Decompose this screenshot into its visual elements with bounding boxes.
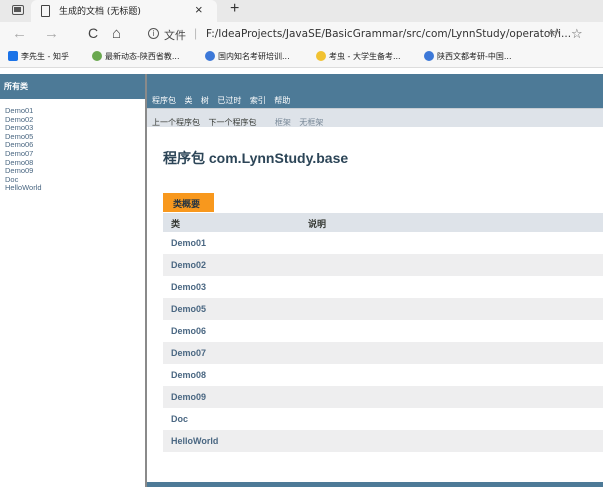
read-aloud-icon[interactable]: Aᴬ xyxy=(548,28,559,39)
back-icon[interactable]: ← xyxy=(12,25,27,42)
class-link[interactable]: Doc xyxy=(171,414,188,424)
nav-package[interactable]: 程序包 xyxy=(152,96,176,105)
table-row: HelloWorld xyxy=(163,430,603,452)
reload-icon[interactable]: C xyxy=(88,25,98,41)
page-title: 程序包 com.LynnStudy.base xyxy=(163,150,349,166)
table-row: Demo08 xyxy=(163,364,603,386)
bookmark-label: 李先生 - 知乎 xyxy=(21,52,69,61)
class-summary-table: 类 说明 Demo01 Demo02 Demo03 Demo05 Demo06 … xyxy=(163,213,603,452)
class-link[interactable]: Demo02 xyxy=(171,260,206,270)
class-link[interactable]: HelloWorld xyxy=(171,436,218,446)
forward-icon[interactable]: → xyxy=(44,25,59,42)
kaochong-icon xyxy=(316,51,326,61)
frames-link[interactable]: 框架 xyxy=(275,118,291,127)
document-icon xyxy=(41,5,50,17)
bookmark-label: 陕西文都考研-中国... xyxy=(437,52,512,61)
class-summary-caption: 类概要 xyxy=(163,193,214,212)
package-summary-frame: 程序包 类 树 已过时 索引 帮助 上一个程序包 下一个程序包 框架 无框架 程… xyxy=(147,74,603,487)
class-link[interactable]: Demo08 xyxy=(171,370,206,380)
window-menu-icon[interactable] xyxy=(12,5,24,15)
table-row: Demo07 xyxy=(163,342,603,364)
bookmark-label: 最新动态-陕西省教... xyxy=(105,52,180,61)
class-link[interactable]: Demo09 xyxy=(171,392,206,402)
bookmark-item[interactable]: 考虫 - 大学生备考... xyxy=(316,51,401,62)
table-row: Demo05 xyxy=(163,298,603,320)
class-link[interactable]: Demo03 xyxy=(171,282,206,292)
column-header-class: 类 xyxy=(171,220,181,230)
no-frames-link[interactable]: 无框架 xyxy=(299,118,323,127)
sub-navbar: 上一个程序包 下一个程序包 框架 无框架 xyxy=(147,108,603,127)
class-link[interactable]: Demo06 xyxy=(171,326,206,336)
bookmark-item[interactable]: 最新动态-陕西省教... xyxy=(92,51,180,62)
class-link[interactable]: Demo09 xyxy=(5,167,145,176)
table-row: Demo01 xyxy=(163,232,603,254)
table-header-row: 类 说明 xyxy=(163,213,603,232)
table-row: Demo09 xyxy=(163,386,603,408)
all-classes-list: Demo01 Demo02 Demo03 Demo05 Demo06 Demo0… xyxy=(0,99,145,193)
table-row: Demo03 xyxy=(163,276,603,298)
nav-deprecated[interactable]: 已过时 xyxy=(217,96,241,105)
tab-strip: 生成的文档 (无标题) × + xyxy=(0,0,603,22)
bookmark-item[interactable]: 国内知名考研培训... xyxy=(205,51,290,62)
bookmark-item[interactable]: 陕西文都考研-中国... xyxy=(424,51,512,62)
zhihu-icon xyxy=(8,51,18,61)
top-navbar: 程序包 类 树 已过时 索引 帮助 xyxy=(147,74,603,108)
url-separator: | xyxy=(194,26,198,40)
browser-tab[interactable]: 生成的文档 (无标题) × xyxy=(31,0,217,22)
column-header-description: 说明 xyxy=(308,220,327,230)
bookmark-item[interactable]: 李先生 - 知乎 xyxy=(8,51,69,62)
bookmarks-bar: 李先生 - 知乎 最新动态-陕西省教... 国内知名考研培训... 考虫 - 大… xyxy=(0,48,603,68)
favorite-star-icon[interactable]: ☆ xyxy=(571,26,583,42)
url-text[interactable]: F:/IdeaProjects/JavaSE/BasicGrammar/src/… xyxy=(206,28,571,40)
bottom-navbar xyxy=(147,482,603,487)
class-link[interactable]: Demo05 xyxy=(171,304,206,314)
new-tab-button[interactable]: + xyxy=(230,0,239,18)
next-package-link[interactable]: 下一个程序包 xyxy=(208,118,256,127)
table-row: Demo02 xyxy=(163,254,603,276)
url-scheme-label: 文件 xyxy=(164,29,186,42)
nav-help[interactable]: 帮助 xyxy=(274,96,290,105)
all-classes-header: 所有类 xyxy=(0,74,145,99)
url-field[interactable]: i 文件 | F:/IdeaProjects/JavaSE/BasicGramm… xyxy=(144,25,574,45)
nav-index[interactable]: 索引 xyxy=(250,96,266,105)
all-classes-frame: 所有类 Demo01 Demo02 Demo03 Demo05 Demo06 D… xyxy=(0,74,145,487)
bookmark-label: 考虫 - 大学生备考... xyxy=(329,52,401,61)
nav-class[interactable]: 类 xyxy=(184,96,192,105)
class-link[interactable]: Demo01 xyxy=(171,238,206,248)
table-row: Demo06 xyxy=(163,320,603,342)
class-link[interactable]: HelloWorld xyxy=(5,184,145,193)
prev-package-link[interactable]: 上一个程序包 xyxy=(152,118,200,127)
address-bar: ← → C ⌂ i 文件 | F:/IdeaProjects/JavaSE/Ba… xyxy=(0,22,603,48)
table-row: Doc xyxy=(163,408,603,430)
class-link[interactable]: Demo07 xyxy=(171,348,206,358)
tab-title: 生成的文档 (无标题) xyxy=(59,7,141,17)
nav-tree[interactable]: 树 xyxy=(201,96,209,105)
globe-icon xyxy=(424,51,434,61)
pinwheel-icon xyxy=(92,51,102,61)
tab-close-icon[interactable]: × xyxy=(195,2,203,17)
globe-icon xyxy=(205,51,215,61)
bookmark-label: 国内知名考研培训... xyxy=(218,52,290,61)
home-icon[interactable]: ⌂ xyxy=(112,25,121,42)
info-icon[interactable]: i xyxy=(148,28,159,39)
